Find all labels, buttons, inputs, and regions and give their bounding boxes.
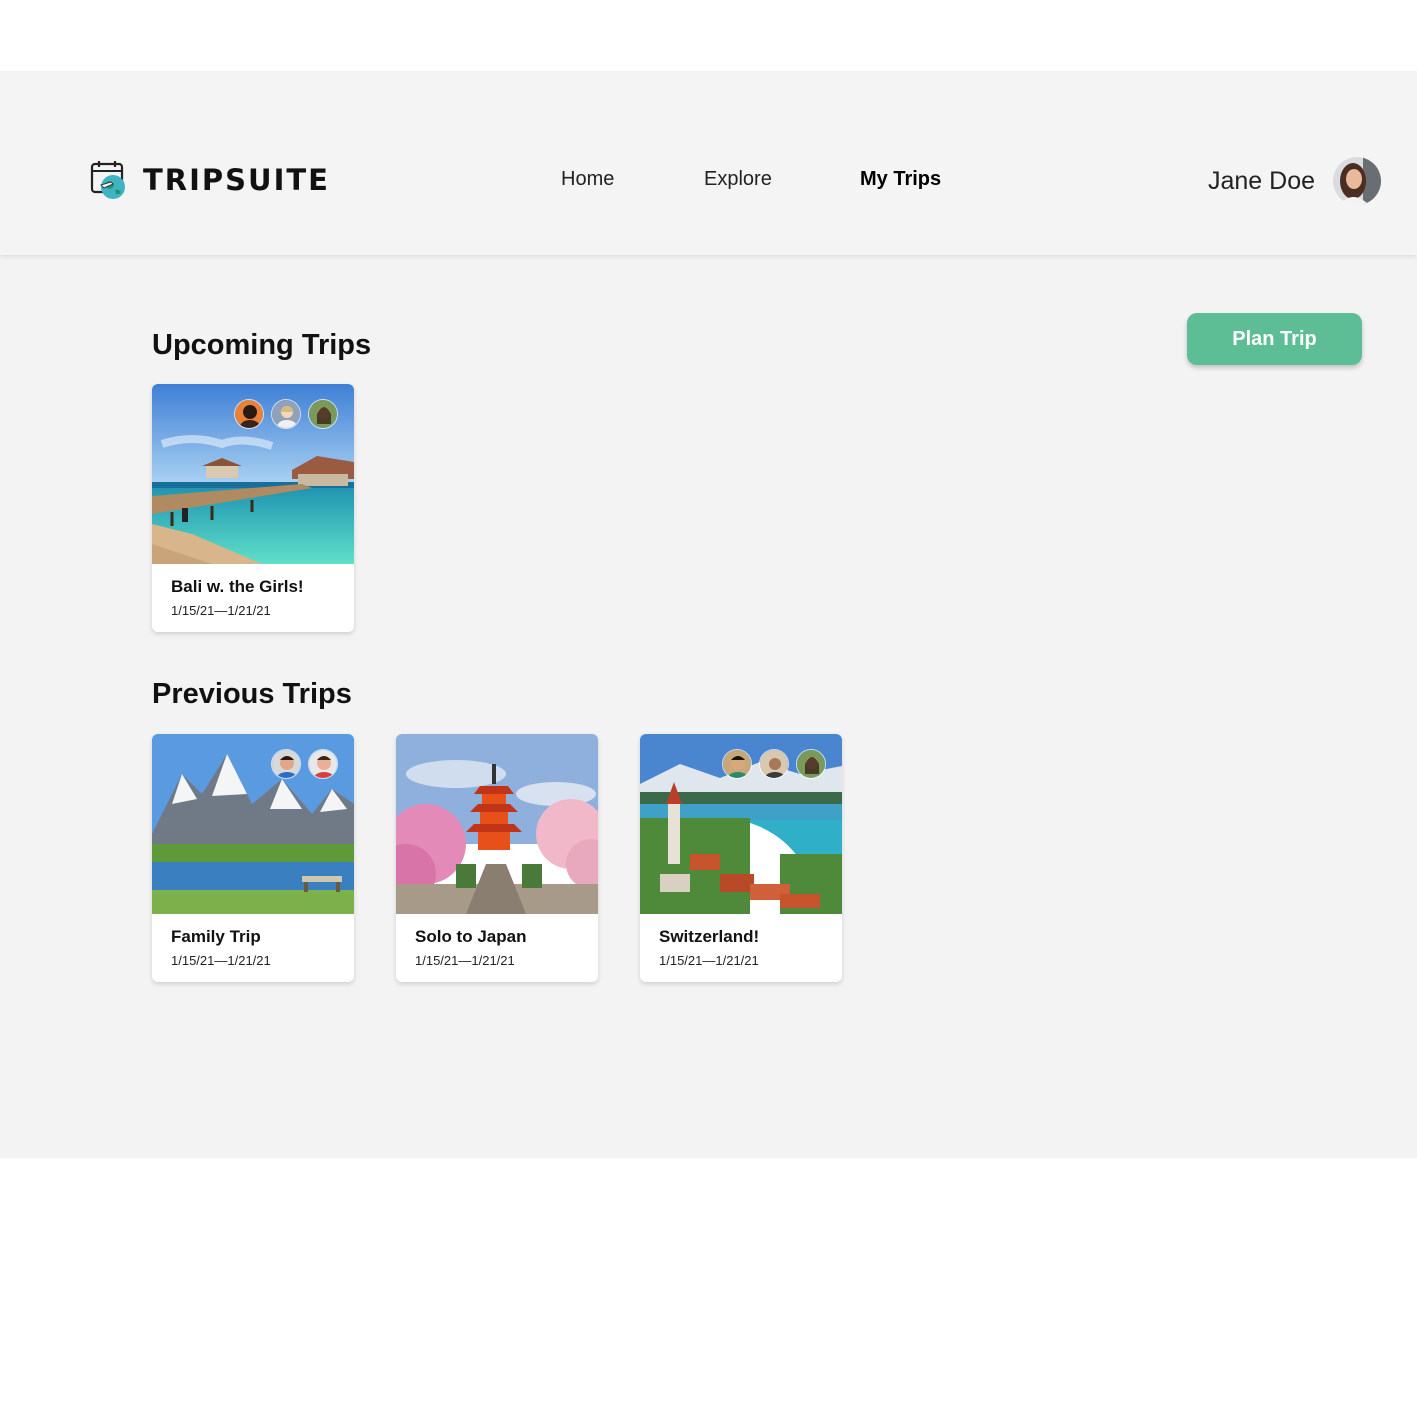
trip-card-family[interactable]: Family Trip 1/15/21—1/21/21 — [152, 734, 354, 982]
nav-home[interactable]: Home — [561, 168, 614, 191]
trip-card-japan[interactable]: Solo to Japan 1/15/21—1/21/21 — [396, 734, 598, 982]
pagoda-cherry-blossom-photo — [396, 734, 598, 914]
previous-trips-title: Previous Trips — [152, 678, 352, 710]
trip-dates: 1/15/21—1/21/21 — [171, 953, 271, 968]
member-avatar — [308, 749, 338, 779]
member-avatar — [234, 399, 264, 429]
trip-members — [715, 749, 826, 779]
upcoming-trips-title: Upcoming Trips — [152, 329, 372, 361]
top-header: TRIPSUITE Home Explore My Trips Jane Doe — [0, 71, 1417, 255]
trip-title: Bali w. the Girls! — [171, 577, 304, 596]
member-avatar — [796, 749, 826, 779]
nav-my-trips[interactable]: My Trips — [860, 168, 941, 191]
trip-members — [264, 749, 338, 779]
trip-dates: 1/15/21—1/21/21 — [171, 603, 271, 618]
member-avatar — [271, 749, 301, 779]
user-name: Jane Doe — [1208, 166, 1316, 195]
trip-title: Family Trip — [171, 927, 261, 946]
trip-card-bali[interactable]: Bali w. the Girls! 1/15/21—1/21/21 — [152, 384, 354, 632]
brand-name: TRIPSUITE — [143, 163, 330, 197]
trip-title: Switzerland! — [659, 927, 760, 946]
user-menu[interactable]: Jane Doe — [1208, 157, 1382, 205]
member-avatar — [271, 399, 301, 429]
app-frame: TRIPSUITE Home Explore My Trips Jane Doe… — [0, 71, 1417, 1158]
trip-title: Solo to Japan — [415, 927, 527, 946]
brand-logo[interactable]: TRIPSUITE — [89, 159, 330, 201]
member-avatar — [722, 749, 752, 779]
avatar[interactable] — [1333, 157, 1382, 205]
plan-trip-button[interactable]: Plan Trip — [1187, 313, 1362, 365]
trip-dates: 1/15/21—1/21/21 — [415, 953, 515, 968]
trip-members — [227, 399, 338, 429]
trip-dates: 1/15/21—1/21/21 — [659, 953, 759, 968]
calendar-globe-icon — [89, 159, 129, 201]
nav-explore[interactable]: Explore — [704, 168, 772, 191]
member-avatar — [759, 749, 789, 779]
trip-card-switzerland[interactable]: Switzerland! 1/15/21—1/21/21 — [640, 734, 842, 982]
member-avatar — [308, 399, 338, 429]
